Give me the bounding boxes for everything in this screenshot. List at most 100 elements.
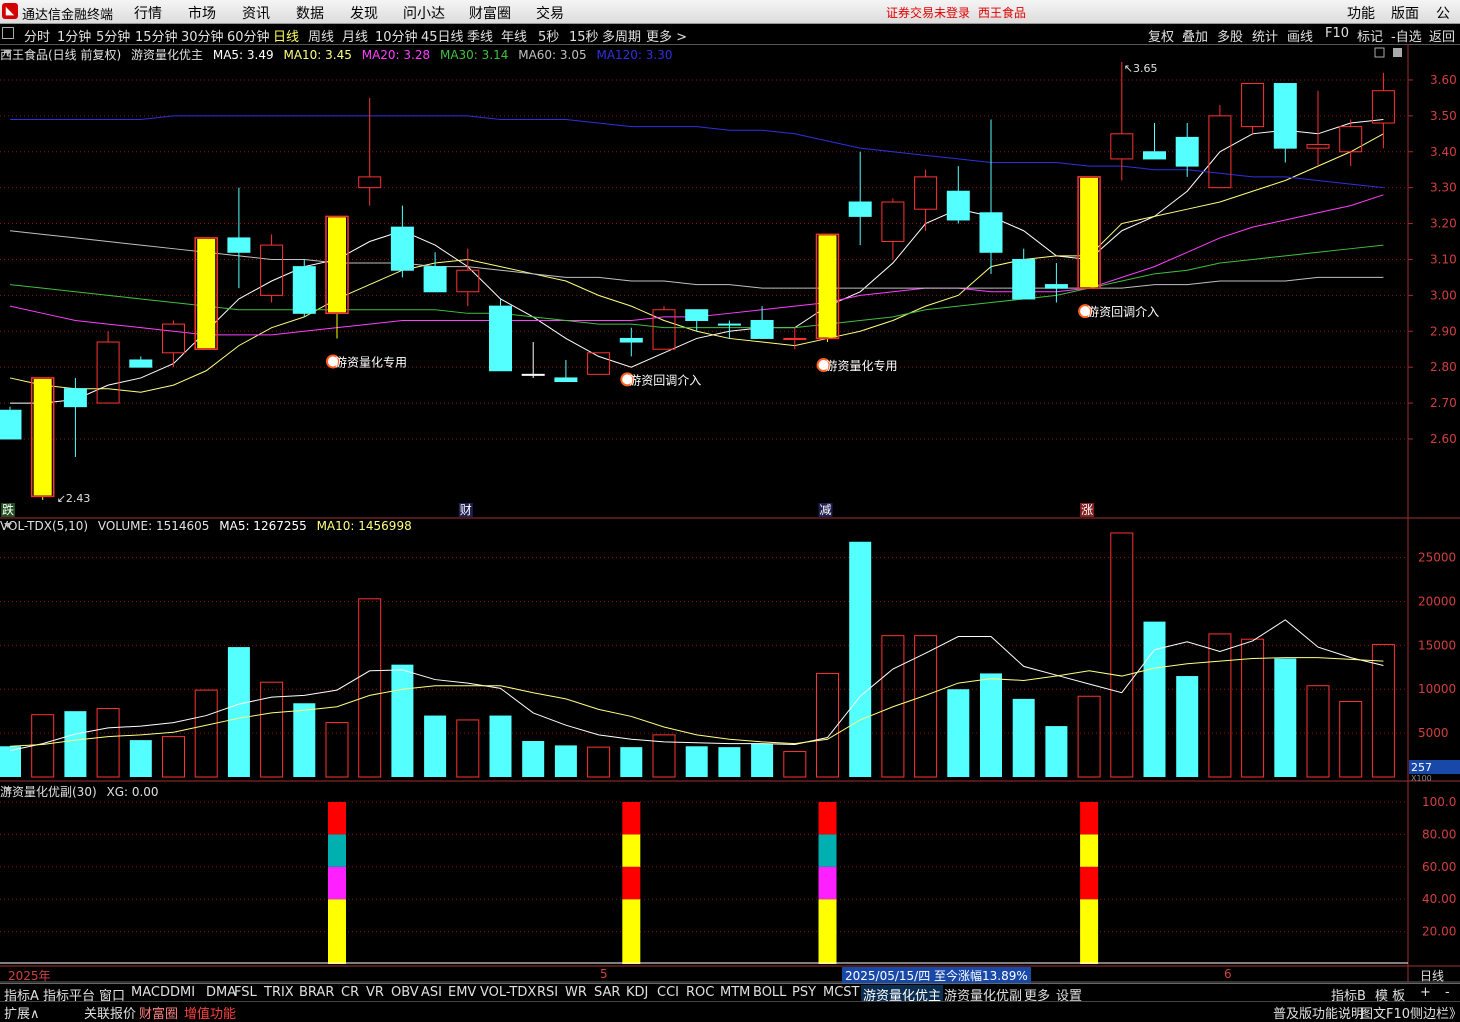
month-6-label: 6 bbox=[1224, 967, 1232, 981]
status-value-added[interactable]: 增值功能 bbox=[184, 1003, 236, 1022]
candle-body bbox=[423, 266, 447, 293]
indicator-tab-7[interactable]: TRIX bbox=[262, 985, 296, 1000]
volume-bar bbox=[424, 715, 447, 777]
volume-bar bbox=[1143, 621, 1166, 777]
candle-body bbox=[63, 388, 87, 408]
price-tick-label: 2.80 bbox=[1430, 360, 1457, 374]
candle-body bbox=[1143, 151, 1166, 160]
volume-bar bbox=[751, 743, 774, 777]
volume-bar bbox=[1012, 698, 1035, 777]
price-tick-label: 3.00 bbox=[1430, 288, 1457, 302]
volume-bar bbox=[1371, 643, 1395, 778]
signal-tick-label: 100.0 bbox=[1422, 795, 1456, 809]
signal-bar-segment bbox=[1080, 802, 1099, 835]
price-tick-label: 3.10 bbox=[1430, 252, 1457, 266]
candle-body bbox=[717, 323, 741, 326]
signal-tick-label: 80.00 bbox=[1422, 827, 1456, 841]
candle-body bbox=[1273, 83, 1297, 149]
bottom-right-btn-2[interactable]: + bbox=[1418, 985, 1433, 1000]
volume-bar bbox=[64, 711, 87, 777]
signal-bar-segment bbox=[622, 899, 641, 964]
bottom-right-btn-3[interactable]: - bbox=[1443, 985, 1452, 1000]
price-tick-label: 2.70 bbox=[1430, 396, 1457, 410]
indicator-tab-21[interactable]: MTM bbox=[718, 985, 752, 1000]
indicator-tab-20[interactable]: ROC bbox=[684, 985, 716, 1000]
indicator-tab-16[interactable]: WR bbox=[563, 985, 589, 1000]
status-caifuquan[interactable]: 财富圈 bbox=[139, 1003, 178, 1022]
date-axis: 2025年 5 2025/05/15/四 至今涨幅13.89% 6 日线 bbox=[0, 967, 1460, 984]
volume-bar bbox=[456, 719, 480, 778]
candle-body bbox=[1012, 258, 1036, 300]
candle-body bbox=[292, 266, 316, 314]
volume-bar bbox=[194, 689, 218, 778]
candle-body bbox=[390, 226, 414, 271]
status-related-quotes[interactable]: 关联报价 bbox=[84, 1003, 136, 1022]
indicator-tab-6[interactable]: FSL bbox=[232, 985, 259, 1000]
volume-bar bbox=[685, 746, 708, 777]
volume-bar bbox=[1045, 726, 1068, 777]
candle-body bbox=[96, 341, 120, 404]
signal-tick-label: 40.00 bbox=[1422, 892, 1456, 906]
status-expand[interactable]: 扩展∧ bbox=[4, 1003, 40, 1022]
indicator-tab-12[interactable]: ASI bbox=[419, 985, 444, 1000]
event-marker: 跌 bbox=[2, 502, 14, 517]
indicator-tab-24[interactable]: MCST bbox=[821, 985, 862, 1000]
candle-body bbox=[1044, 284, 1068, 289]
volume-bar bbox=[816, 672, 839, 778]
candle-body bbox=[946, 190, 970, 221]
indicator-tab-8[interactable]: BRAR bbox=[297, 985, 336, 1000]
indicator-tab-4[interactable]: DMI bbox=[168, 985, 197, 1000]
indicator-tab-14[interactable]: VOL-TDX bbox=[478, 985, 538, 1000]
window-restore-icon bbox=[1374, 47, 1385, 58]
indicator-tab-9[interactable]: CR bbox=[339, 985, 361, 1000]
indicator-tab-22[interactable]: BOLL bbox=[751, 985, 788, 1000]
candle-body bbox=[750, 319, 774, 339]
indicator-tab-18[interactable]: KDJ bbox=[624, 985, 650, 1000]
ma-line-ma10 bbox=[9, 133, 1384, 393]
price-tick-label: 3.20 bbox=[1430, 217, 1457, 231]
status-f10[interactable]: 图文F10 bbox=[1360, 1003, 1410, 1022]
volume-bar bbox=[1274, 658, 1297, 777]
price-tick-label: 3.30 bbox=[1430, 181, 1457, 195]
chart-canvas[interactable]: 3.60 3.50 3.40 3.30 3.20 3.10 3.00 2.90 2.80 2.70… bbox=[0, 0, 1460, 1018]
candle-body bbox=[685, 309, 709, 321]
price-tick-label: 3.60 bbox=[1430, 73, 1457, 87]
indicator-tab-3[interactable]: MACD bbox=[129, 985, 172, 1000]
month-5-label: 5 bbox=[600, 967, 608, 981]
candle-body bbox=[1306, 144, 1330, 149]
candle-body bbox=[358, 176, 382, 189]
signal-bar-segment bbox=[818, 866, 837, 900]
status-basic-help[interactable]: 普及版功能说明 bbox=[1273, 1003, 1364, 1022]
volume-bar bbox=[1077, 695, 1101, 778]
volume-tick-label: 5000 bbox=[1418, 726, 1449, 740]
volume-bar bbox=[1208, 633, 1232, 778]
low-price-label: ↙2.43 bbox=[57, 492, 91, 505]
indicator-tab-23[interactable]: PSY bbox=[790, 985, 818, 1000]
event-marker: 减 bbox=[820, 503, 832, 517]
volume-tick-label: 10000 bbox=[1418, 682, 1456, 696]
year-label: 2025年 bbox=[8, 969, 51, 983]
event-marker: 涨 bbox=[1081, 502, 1093, 517]
candle-body bbox=[129, 359, 153, 368]
high-price-label: ↖3.65 bbox=[1124, 62, 1158, 75]
status-sidebar[interactable]: 侧边栏》 bbox=[1410, 1003, 1460, 1022]
collapse-chevron-icon bbox=[4, 787, 12, 792]
candle-body bbox=[489, 305, 512, 372]
candle-limit-body bbox=[818, 235, 837, 338]
indicator-tab-19[interactable]: CCI bbox=[655, 985, 681, 1000]
volume-bar bbox=[162, 736, 185, 778]
volume-tick-label: 25000 bbox=[1418, 551, 1456, 565]
volume-bar bbox=[31, 714, 55, 778]
candle-body bbox=[0, 409, 22, 440]
indicator-tab-15[interactable]: RSI bbox=[535, 985, 560, 1000]
signal-bar-segment bbox=[1080, 866, 1099, 900]
signal-bar-segment bbox=[818, 899, 837, 964]
indicator-tab-11[interactable]: OBV bbox=[389, 985, 421, 1000]
volume-bar bbox=[1110, 532, 1134, 778]
indicator-tab-17[interactable]: SAR bbox=[592, 985, 622, 1000]
indicator-tab-13[interactable]: EMV bbox=[446, 985, 478, 1000]
candle-body bbox=[162, 323, 185, 354]
indicator-tab-10[interactable]: VR bbox=[364, 985, 386, 1000]
collapse-chevron-icon bbox=[4, 523, 12, 528]
signal-bar-segment bbox=[622, 802, 641, 835]
